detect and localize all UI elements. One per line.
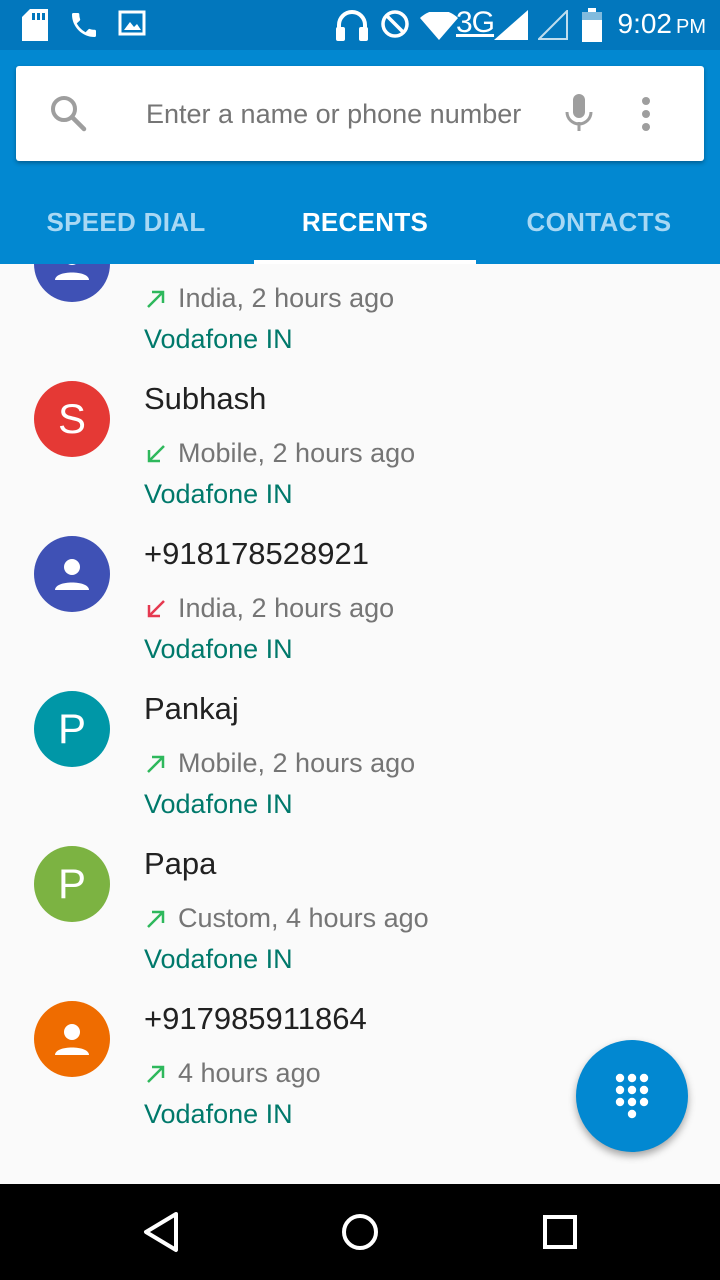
person-icon [55, 264, 89, 280]
call-detail: Mobile, 2 hours ago [144, 748, 415, 779]
call-log-item[interactable]: P Pankaj Mobile, 2 hours ago Vodafone IN [0, 691, 720, 853]
carrier-label: Vodafone IN [144, 944, 293, 974]
tab-bar: SPEED DIAL RECENTS CONTACTS [0, 180, 720, 264]
missed-call-icon [147, 599, 165, 617]
phone-icon [72, 13, 96, 37]
clock-ampm: PM [676, 16, 706, 38]
incoming-call-icon [147, 444, 165, 462]
status-bar: 3G 9:02 PM [0, 0, 720, 50]
wifi-icon [420, 12, 458, 40]
search-input[interactable] [146, 92, 546, 136]
carrier-label: Vodafone IN [144, 634, 293, 664]
caller-name: Pankaj [144, 691, 239, 726]
tab-speed-dial[interactable]: SPEED DIAL [0, 180, 252, 264]
home-icon[interactable] [340, 1208, 380, 1256]
search-box[interactable] [16, 66, 704, 161]
network-type: 3G [456, 6, 495, 39]
dialpad-icon [615, 1073, 649, 1119]
search-icon [51, 96, 87, 132]
mic-icon[interactable] [564, 94, 594, 134]
clock: 9:02 PM [618, 8, 707, 40]
navigation-bar [0, 1184, 720, 1280]
signal-2-icon [538, 10, 568, 40]
caller-name: +917985911864 [144, 1001, 367, 1036]
app-bar: SPEED DIAL RECENTS CONTACTS [0, 50, 720, 264]
caller-name: Papa [144, 846, 217, 881]
avatar-letter[interactable]: S [34, 381, 110, 457]
carrier-label: Vodafone IN [144, 324, 293, 354]
call-log-item[interactable]: +918178528921India, 2 hours agoVodafone … [0, 264, 720, 388]
clock-time: 9:02 [617, 8, 673, 39]
do-not-disturb-icon [381, 10, 409, 38]
signal-icon [494, 10, 528, 40]
call-detail: Mobile, 2 hours ago [144, 438, 415, 469]
more-options-icon[interactable] [640, 96, 652, 132]
carrier-label: Vodafone IN [144, 479, 293, 509]
sd-card-icon [22, 9, 48, 41]
back-icon[interactable] [140, 1208, 180, 1256]
avatar-letter[interactable]: P [34, 846, 110, 922]
caller-name: Subhash [144, 381, 267, 416]
dialpad-button[interactable] [576, 1040, 688, 1152]
call-detail: India, 2 hours ago [144, 593, 394, 624]
call-log-item[interactable]: +918178528921 India, 2 hours ago Vodafone … [0, 536, 720, 698]
tab-contacts[interactable]: CONTACTS [478, 180, 720, 264]
call-detail: India, 2 hours ago [144, 283, 394, 314]
call-log-item[interactable]: S Subhash Mobile, 2 hours ago Vodafone IN [0, 381, 720, 543]
image-icon [118, 10, 146, 36]
avatar-person-icon[interactable] [34, 536, 110, 612]
call-detail-text: Mobile, 2 hours ago [178, 748, 416, 778]
recents-icon[interactable] [542, 1208, 578, 1256]
avatar-letter[interactable]: P [34, 691, 110, 767]
call-detail-text: 4 hours ago [178, 1058, 321, 1088]
call-detail-text: Custom, 4 hours ago [178, 903, 429, 933]
call-log-item[interactable]: P Papa Custom, 4 hours ago Vodafone IN [0, 846, 720, 1008]
call-detail-text: India, 2 hours ago [178, 593, 395, 623]
outgoing-call-icon [147, 910, 165, 928]
person-icon [55, 1024, 89, 1055]
outgoing-call-icon [147, 290, 165, 308]
tab-recents[interactable]: RECENTS [254, 180, 476, 264]
avatar-person-icon[interactable] [34, 1001, 110, 1077]
person-icon [55, 559, 89, 590]
avatar-person-icon[interactable] [34, 264, 110, 302]
call-detail: 4 hours ago [144, 1058, 321, 1089]
carrier-label: Vodafone IN [144, 1099, 293, 1129]
outgoing-call-icon [147, 755, 165, 773]
battery-icon [582, 8, 602, 42]
carrier-label: Vodafone IN [144, 789, 293, 819]
headset-icon [336, 10, 368, 41]
outgoing-call-icon [147, 1065, 165, 1083]
call-detail-text: Mobile, 2 hours ago [178, 438, 416, 468]
call-detail-text: India, 2 hours ago [178, 283, 395, 313]
caller-name: +918178528921 [144, 536, 369, 571]
call-detail: Custom, 4 hours ago [144, 903, 429, 934]
